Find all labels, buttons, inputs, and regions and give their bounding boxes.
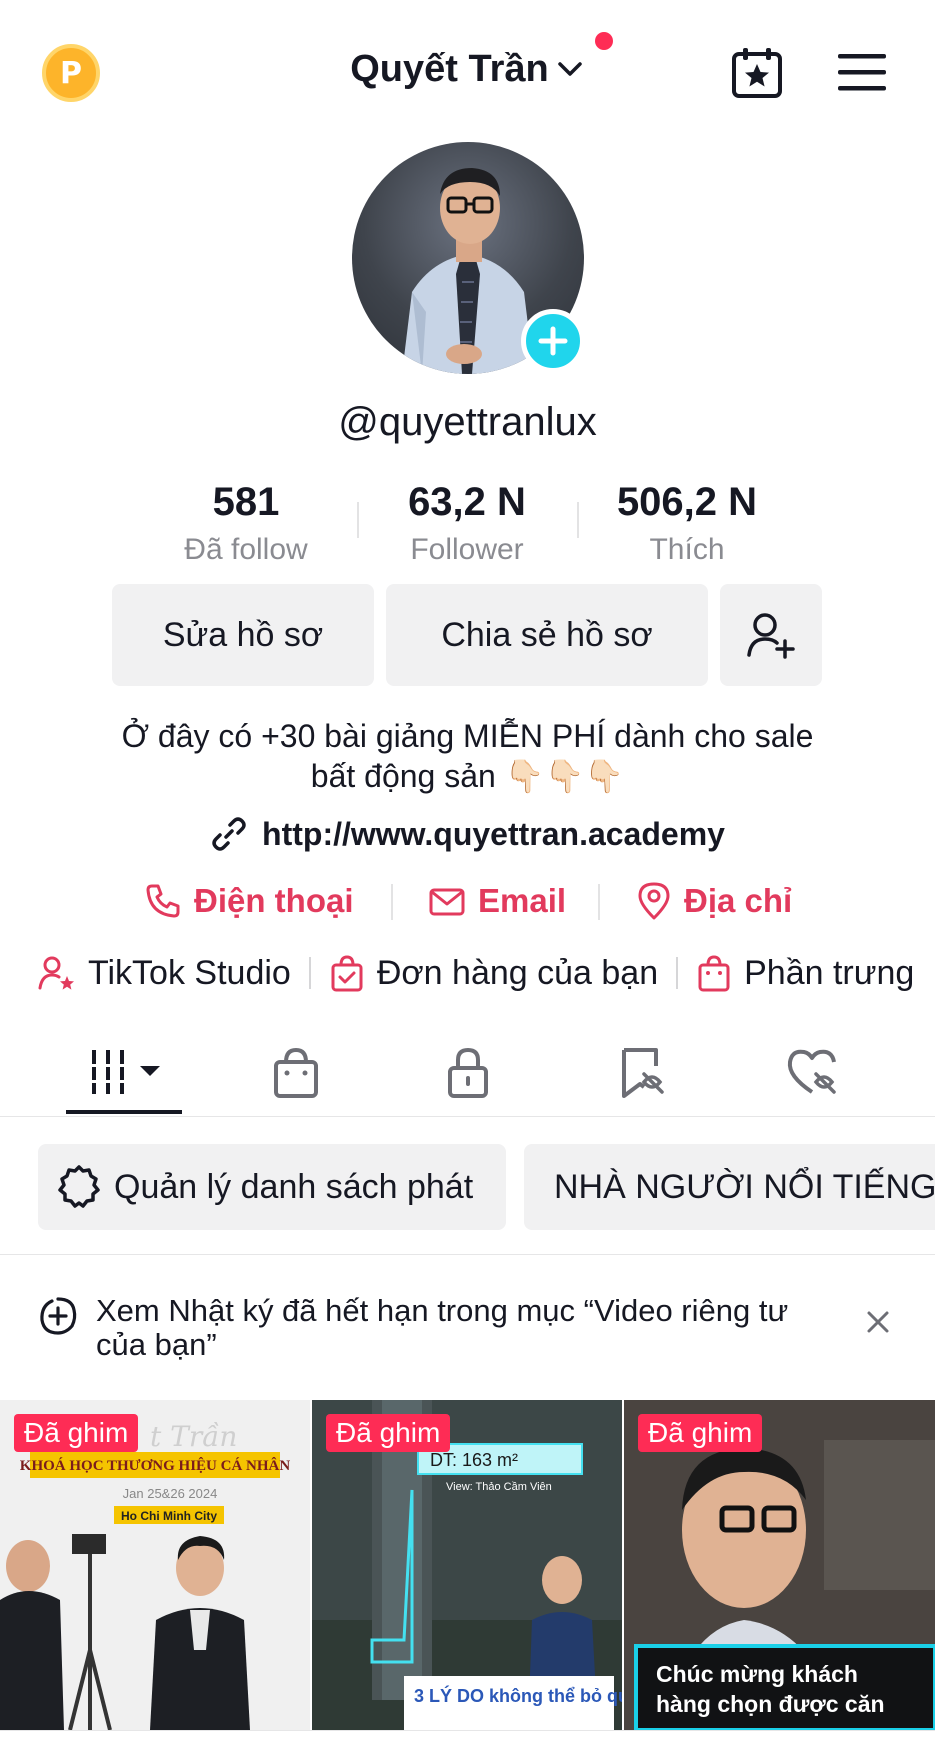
- sparkle-plus-icon: [40, 1297, 77, 1335]
- tab-shop[interactable]: [266, 1042, 326, 1102]
- contact-divider: [598, 884, 600, 920]
- add-avatar-button[interactable]: [521, 309, 585, 373]
- phone-icon: [146, 884, 180, 918]
- thumbnail-area: DT: 163 m²: [430, 1450, 518, 1470]
- edit-profile-button[interactable]: Sửa hồ sơ: [112, 584, 374, 686]
- stat-followers-value: 63,2 N: [408, 480, 526, 524]
- showcase-link[interactable]: Phần trưng: [696, 954, 914, 993]
- tabs-divider: [0, 1116, 935, 1117]
- manage-playlists-label: Quản lý danh sách phát: [114, 1167, 474, 1206]
- playlist-title: NHÀ NGƯỜI NỔI TIẾNG: [554, 1167, 935, 1206]
- stat-followers[interactable]: 63,2 N Follower: [357, 478, 577, 570]
- contact-divider: [391, 884, 393, 920]
- stat-following[interactable]: 581 Đã follow: [136, 478, 356, 570]
- add-user-icon: [747, 613, 795, 659]
- contact-address-label: Địa chỉ: [684, 882, 793, 919]
- playlist-divider: [0, 1254, 935, 1255]
- expired-diary-notice[interactable]: Xem Nhật ký đã hết hạn trong mục “Video …: [38, 1294, 898, 1362]
- hamburger-menu-icon[interactable]: [836, 50, 888, 96]
- tools-divider: [676, 957, 679, 989]
- bio-line-1: Ở đây có +30 bài giảng MIỄN PHÍ dành cho…: [121, 718, 814, 754]
- manage-playlists-button[interactable]: Quản lý danh sách phát: [38, 1144, 506, 1230]
- user-star-icon: [38, 956, 74, 990]
- tab-active-indicator: [66, 1110, 182, 1114]
- contact-address[interactable]: Địa chỉ: [636, 878, 792, 924]
- edit-profile-label: Sửa hồ sơ: [162, 615, 324, 654]
- thumbnail-script: t Trần: [150, 1420, 237, 1453]
- thumbnail-city: Ho Chi Minh City: [121, 1509, 217, 1523]
- bookmark-hidden-icon: [622, 1048, 664, 1098]
- contact-phone-label: Điện thoại: [194, 882, 354, 919]
- notification-dot: [594, 32, 613, 50]
- video-thumbnail[interactable]: t Trần KHOÁ HỌC THƯƠNG HIỆU CÁ NHÂN Jan …: [0, 1400, 310, 1730]
- contact-email-label: Email: [478, 882, 567, 919]
- tab-liked[interactable]: [782, 1042, 842, 1102]
- shopping-bag-icon: [274, 1047, 318, 1098]
- contact-phone[interactable]: Điện thoại: [144, 878, 354, 924]
- tools-row: TikTok Studio Đơn hàng của bạn Phần trưn…: [38, 948, 914, 998]
- stat-likes-value: 506,2 N: [616, 480, 758, 524]
- chevron-down-icon: [558, 62, 582, 76]
- tab-private[interactable]: [438, 1042, 498, 1102]
- thumbnail-view: View: Thảo Cầm Viên: [446, 1481, 552, 1493]
- contact-email[interactable]: Email: [428, 878, 566, 924]
- orders-label: Đơn hàng của bạn: [376, 953, 659, 992]
- lock-icon: [448, 1047, 488, 1098]
- video-thumbnail[interactable]: Chúc mừng khách hàng chọn được căn Đã gh…: [624, 1400, 935, 1730]
- account-switcher[interactable]: Quyết Trần: [0, 32, 935, 94]
- stat-likes-label: Thích: [649, 533, 725, 566]
- location-pin-icon: [638, 882, 670, 920]
- tools-divider: [308, 957, 311, 989]
- video-thumbnail[interactable]: DT: 163 m² View: Thảo Cầm Viên 3 LÝ DO k…: [312, 1400, 622, 1730]
- orders-link[interactable]: Đơn hàng của bạn: [329, 954, 658, 993]
- close-icon[interactable]: [860, 1304, 896, 1340]
- showcase-label: Phần trưng: [744, 953, 915, 992]
- thumbnail-caption-2: hàng chọn được căn: [656, 1691, 885, 1717]
- tiktok-studio-label: TikTok Studio: [88, 953, 291, 992]
- gear-icon: [58, 1165, 100, 1208]
- stat-likes[interactable]: 506,2 N Thích: [577, 478, 797, 570]
- bio-link-text: http://www.quyettran.academy: [262, 816, 725, 852]
- thumbnail-caption: 3 LÝ DO không thể bỏ qua: [414, 1685, 622, 1706]
- username: @quyettranlux: [338, 400, 597, 444]
- calendar-star-icon[interactable]: [728, 44, 786, 102]
- tab-saved[interactable]: [612, 1042, 672, 1102]
- pinned-badge: Đã ghim: [14, 1414, 139, 1452]
- heart-hidden-icon: [787, 1049, 836, 1094]
- shopping-bag-check-icon: [331, 955, 363, 992]
- notice-text: Xem Nhật ký đã hết hạn trong mục “Video …: [96, 1293, 789, 1362]
- pinned-badge: Đã ghim: [638, 1414, 763, 1452]
- tiktok-studio-link[interactable]: TikTok Studio: [38, 954, 291, 993]
- tab-videos[interactable]: [86, 1042, 166, 1102]
- profile-name: Quyết Trần: [350, 48, 549, 90]
- stat-following-value: 581: [212, 480, 280, 524]
- profile-bio: Ở đây có +30 bài giảng MIỄN PHÍ dành cho…: [60, 716, 875, 796]
- share-profile-button[interactable]: Chia sẻ hồ sơ: [386, 584, 708, 686]
- pinned-badge: Đã ghim: [326, 1414, 451, 1452]
- bio-link[interactable]: http://www.quyettran.academy: [0, 812, 935, 864]
- playlist-item[interactable]: NHÀ NGƯỜI NỔI TIẾNG: [524, 1144, 935, 1230]
- shop-bag-icon: [698, 955, 730, 992]
- plus-icon: [538, 326, 568, 356]
- share-profile-label: Chia sẻ hồ sơ: [441, 615, 653, 654]
- thumbnail-caption-1: Chúc mừng khách: [656, 1661, 858, 1687]
- add-friend-button[interactable]: [720, 584, 822, 686]
- stat-following-label: Đã follow: [184, 533, 308, 566]
- videos-grid-icon: [88, 1050, 160, 1094]
- bio-line-2: bất động sản 👇🏻👇🏻👇🏻: [310, 758, 625, 794]
- thumbnail-banner: KHOÁ HỌC THƯƠNG HIỆU CÁ NHÂN: [20, 1457, 291, 1474]
- mail-icon: [429, 888, 465, 916]
- thumbnail-date: Jan 25&26 2024: [123, 1486, 218, 1501]
- stat-followers-label: Follower: [410, 533, 524, 566]
- bottom-navigation: [0, 1730, 935, 1753]
- link-icon: [212, 817, 246, 851]
